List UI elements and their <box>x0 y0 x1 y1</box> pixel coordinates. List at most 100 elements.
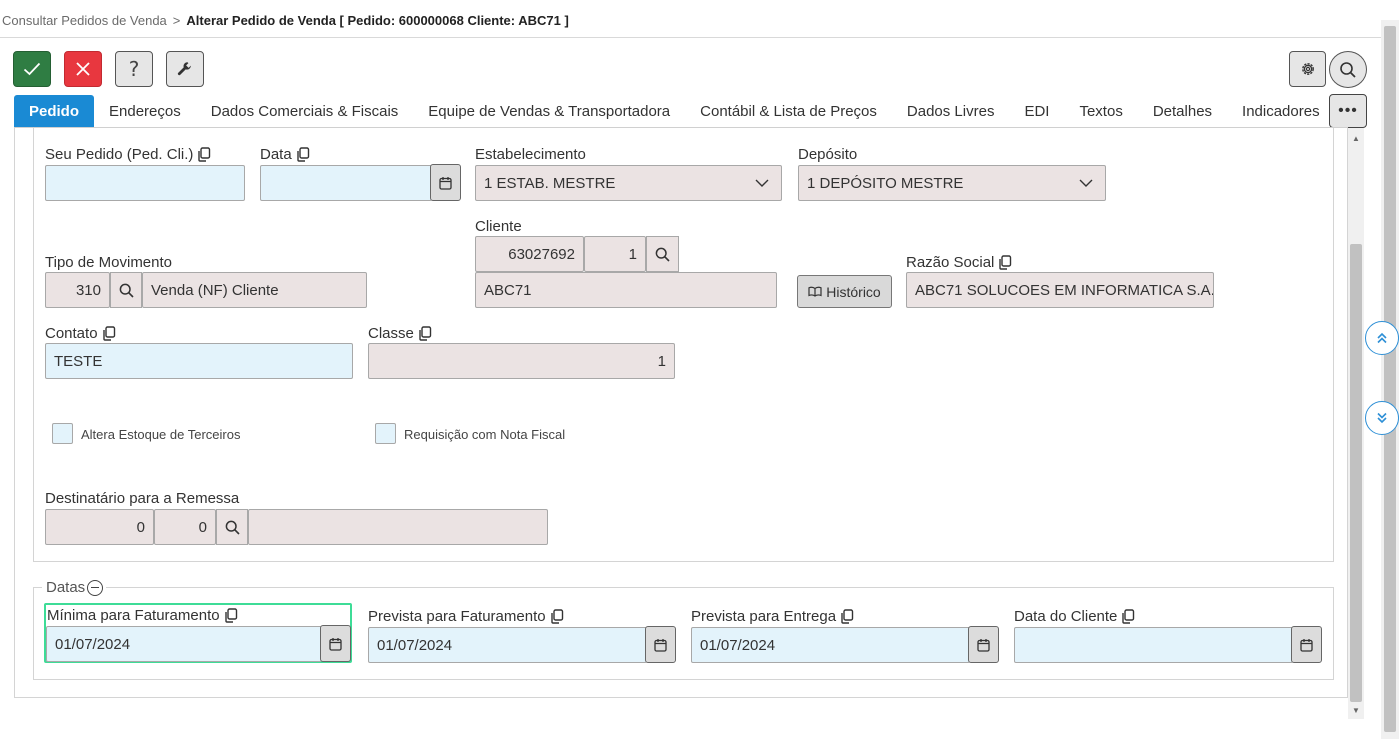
prevista-entrega-label: Prevista para Entrega <box>691 608 854 625</box>
tab-dados-comerciais-fiscais[interactable]: Dados Comerciais & Fiscais <box>196 95 414 127</box>
prevista-entrega-calendar-button[interactable] <box>968 626 999 663</box>
requisicao-nf-checkbox[interactable] <box>375 423 396 444</box>
cliente-code-input[interactable]: 63027692 <box>475 236 584 272</box>
razao-social-field: ABC71 SOLUCOES EM INFORMATICA S.A. <box>906 272 1214 308</box>
panel-scrollbar-thumb[interactable] <box>1350 244 1362 702</box>
breadcrumb-separator: > <box>172 13 181 28</box>
data-input[interactable] <box>260 165 432 201</box>
gear-icon <box>1301 63 1314 75</box>
tipo-movimento-desc-field: Venda (NF) Cliente <box>142 272 367 308</box>
data-calendar-button[interactable] <box>430 164 461 201</box>
cancel-button[interactable] <box>64 51 102 87</box>
minima-faturamento-input[interactable]: 01/07/2024 <box>46 626 322 662</box>
search-icon <box>1340 61 1356 78</box>
tab-textos[interactable]: Textos <box>1064 95 1137 127</box>
contato-label-text: Contato <box>45 325 98 342</box>
tab-enderecos[interactable]: Endereços <box>94 95 196 127</box>
destinatario-search-button[interactable] <box>216 509 248 545</box>
close-icon <box>76 62 90 76</box>
book-icon <box>808 286 822 297</box>
copy-icon[interactable] <box>840 609 854 624</box>
prevista-entrega-input[interactable]: 01/07/2024 <box>691 627 970 663</box>
collapse-icon[interactable] <box>87 579 104 596</box>
historico-button[interactable]: Histórico <box>797 275 892 308</box>
contato-input[interactable]: TESTE <box>45 343 353 379</box>
cliente-search-button[interactable] <box>646 236 679 272</box>
settings-button[interactable] <box>1289 51 1326 87</box>
tab-detalhes[interactable]: Detalhes <box>1138 95 1227 127</box>
calendar-icon <box>439 176 452 190</box>
breadcrumb: Consultar Pedidos de Venda > Alterar Pedid… <box>2 13 569 28</box>
copy-icon[interactable] <box>1121 609 1135 624</box>
copy-icon[interactable] <box>550 609 564 624</box>
destinatario-code2-input[interactable]: 0 <box>154 509 216 545</box>
classe-field: 1 <box>368 343 675 379</box>
prevista-faturamento-label-text: Prevista para Faturamento <box>368 608 546 625</box>
requisicao-nf-label: Requisição com Nota Fiscal <box>404 427 566 442</box>
calendar-icon <box>977 638 990 652</box>
prevista-entrega-label-text: Prevista para Entrega <box>691 608 837 625</box>
classe-label: Classe <box>368 325 432 342</box>
destinatario-code1-input[interactable]: 0 <box>45 509 154 545</box>
copy-icon[interactable] <box>418 326 432 341</box>
seu-pedido-label-text: Seu Pedido (Ped. Cli.) <box>45 146 194 163</box>
tabs-more-button[interactable]: ••• <box>1329 94 1367 128</box>
historico-label: Histórico <box>826 283 881 300</box>
tab-bar: Pedido Endereços Dados Comerciais & Fisc… <box>14 95 1335 127</box>
tab-pedido[interactable]: Pedido <box>14 95 95 127</box>
seu-pedido-input[interactable] <box>45 165 245 201</box>
altera-estoque-checkbox[interactable] <box>52 423 73 444</box>
estabelecimento-label: Estabelecimento <box>475 146 586 163</box>
tab-dados-livres[interactable]: Dados Livres <box>892 95 1010 127</box>
deposito-select[interactable]: 1 DEPÓSITO MESTRE <box>798 165 1106 201</box>
calendar-icon <box>329 637 342 651</box>
tipo-movimento-label: Tipo de Movimento <box>45 254 173 271</box>
cliente-name-field: ABC71 <box>475 272 777 308</box>
tab-indicadores[interactable]: Indicadores <box>1227 95 1335 127</box>
cliente-seq-input[interactable]: 1 <box>584 236 646 272</box>
scroll-up-arrow-icon[interactable]: ▲ <box>1350 132 1362 144</box>
data-cliente-calendar-button[interactable] <box>1291 626 1322 663</box>
prevista-faturamento-input[interactable]: 01/07/2024 <box>368 627 647 663</box>
double-chevron-down-icon <box>1377 412 1387 424</box>
breadcrumb-parent-link[interactable]: Consultar Pedidos de Venda <box>2 13 167 28</box>
classe-label-text: Classe <box>368 325 414 342</box>
scroll-to-bottom-button[interactable] <box>1365 401 1399 435</box>
scroll-to-top-button[interactable] <box>1365 321 1399 355</box>
data-cliente-input[interactable] <box>1014 627 1293 663</box>
altera-estoque-label: Altera Estoque de Terceiros <box>81 427 241 442</box>
help-button[interactable]: ? <box>115 51 153 87</box>
confirm-button[interactable] <box>13 51 51 87</box>
prevista-faturamento-calendar-button[interactable] <box>645 626 676 663</box>
contato-label: Contato <box>45 325 116 342</box>
destinatario-label: Destinatário para a Remessa <box>45 490 240 507</box>
copy-icon[interactable] <box>102 326 116 341</box>
check-icon <box>23 62 41 76</box>
minima-faturamento-label: Mínima para Faturamento <box>47 607 238 624</box>
copy-icon[interactable] <box>224 608 238 623</box>
scroll-down-arrow-icon[interactable]: ▼ <box>1350 704 1362 716</box>
destinatario-name-field <box>248 509 548 545</box>
tab-equipe-vendas-transportadora[interactable]: Equipe de Vendas & Transportadora <box>413 95 685 127</box>
wrench-icon <box>177 62 191 76</box>
header-divider <box>0 37 1381 38</box>
copy-icon[interactable] <box>296 147 310 162</box>
tools-button[interactable] <box>166 51 204 87</box>
datas-legend-text: Datas <box>46 579 86 596</box>
calendar-icon <box>654 638 667 652</box>
estabelecimento-select[interactable]: 1 ESTAB. MESTRE <box>475 165 782 201</box>
tipo-movimento-search-button[interactable] <box>110 272 142 308</box>
tipo-movimento-code-input[interactable]: 310 <box>45 272 110 308</box>
tab-edi[interactable]: EDI <box>1009 95 1064 127</box>
search-button[interactable] <box>1329 51 1367 88</box>
calendar-icon <box>1300 638 1313 652</box>
copy-icon[interactable] <box>197 147 211 162</box>
minima-faturamento-calendar-button[interactable] <box>320 625 351 662</box>
double-chevron-up-icon <box>1377 332 1387 344</box>
deposito-label: Depósito <box>798 146 858 163</box>
page-scrollbar-thumb[interactable] <box>1384 26 1396 732</box>
minima-faturamento-label-text: Mínima para Faturamento <box>47 607 220 624</box>
copy-icon[interactable] <box>998 255 1012 270</box>
cliente-label: Cliente <box>475 218 522 235</box>
tab-contabil-lista-precos[interactable]: Contábil & Lista de Preços <box>685 95 892 127</box>
